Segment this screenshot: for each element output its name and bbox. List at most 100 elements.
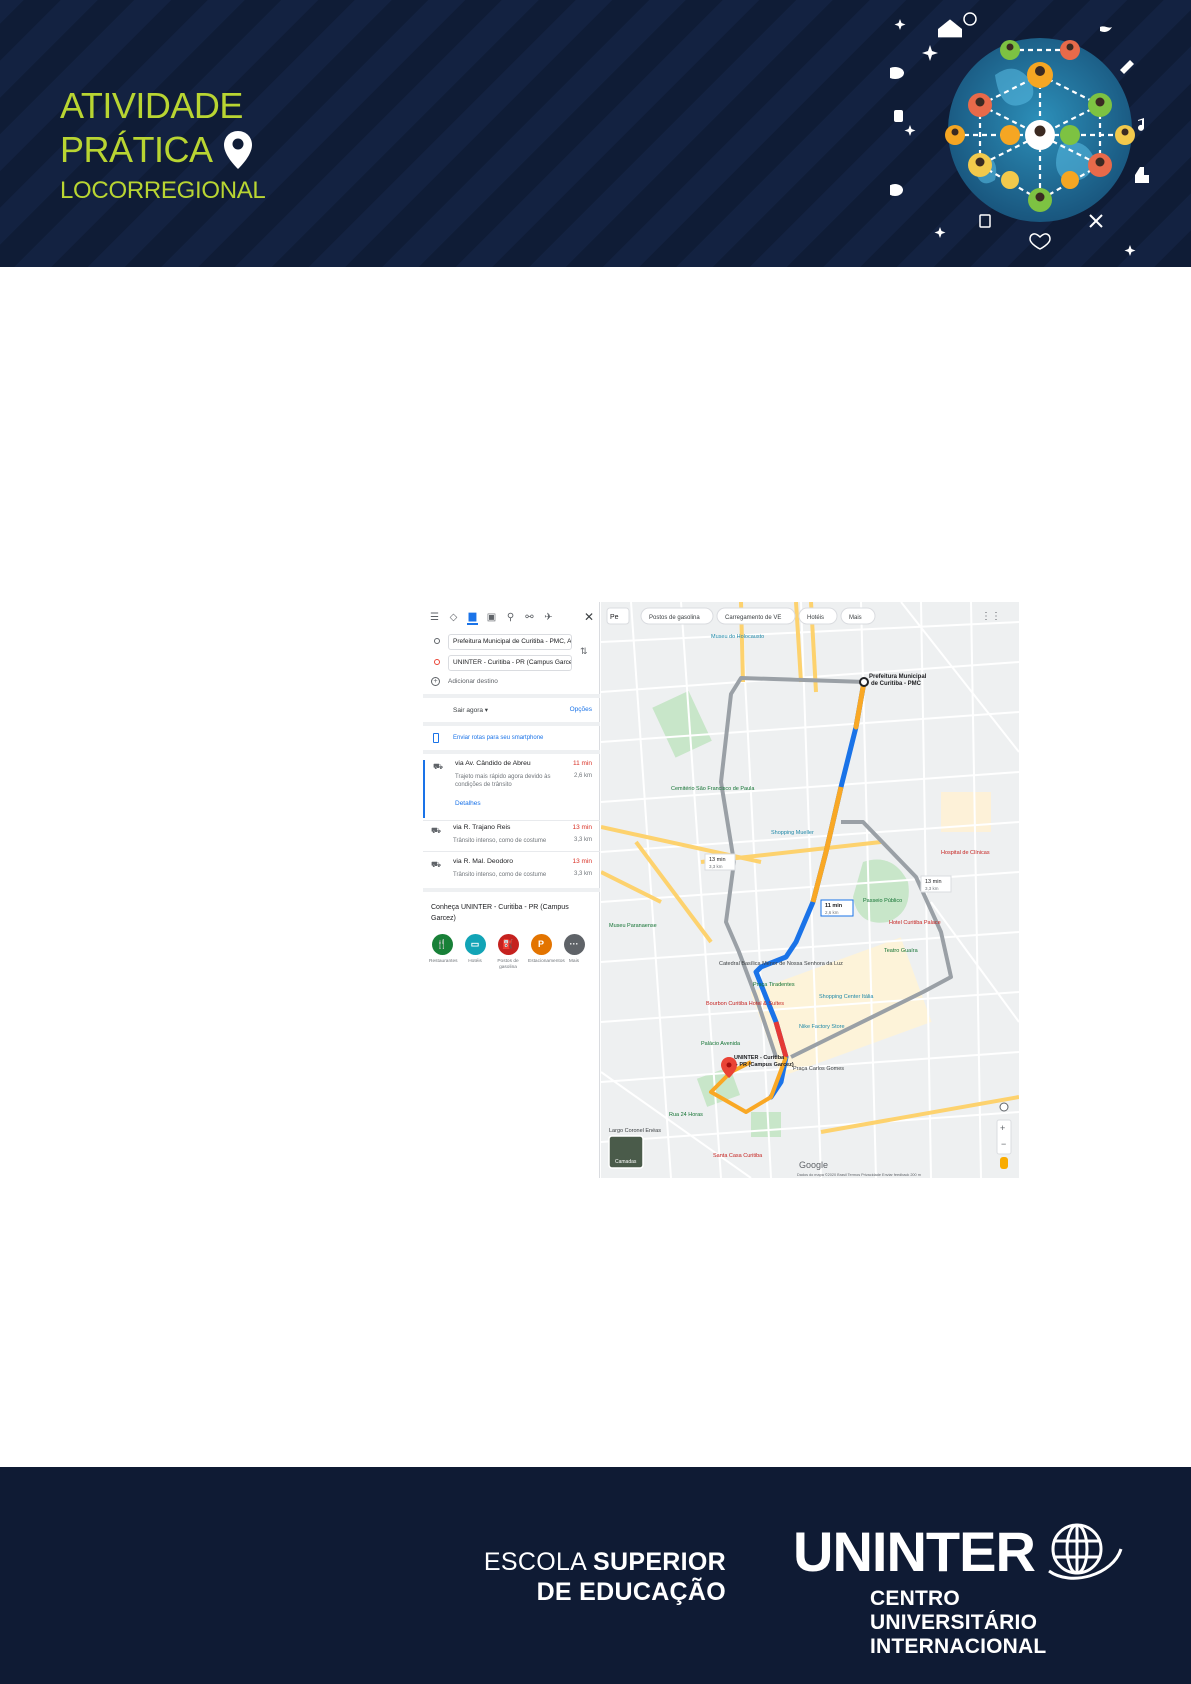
my-location-icon[interactable] — [999, 1102, 1009, 1112]
route-name: via R. Mal. Deodoro — [453, 858, 514, 865]
route-box-time[interactable]: 11 min — [825, 903, 843, 909]
route-box-dist: 3,3 km — [709, 864, 723, 869]
route-box-dist: 3,3 km — [925, 886, 939, 891]
destination-input[interactable]: UNINTER - Curitiba - PR (Campus Garcez — [448, 655, 572, 671]
destination-label: - PR (Campus Garcez) — [736, 1062, 794, 1068]
escola-line-2: DE EDUCAÇÃO — [536, 1578, 726, 1606]
route-details-link[interactable]: Detalhes — [455, 800, 481, 807]
origin-input[interactable]: Prefeitura Municipal de Curitiba - PMC, … — [448, 634, 572, 650]
divider — [423, 888, 600, 892]
map-search-stub[interactable]: Pe — [610, 614, 619, 621]
origin-marker-icon[interactable] — [859, 677, 869, 687]
place-label[interactable]: Largo Coronel Enéas — [609, 1128, 661, 1134]
place-label[interactable]: Cemitério São Francisco de Paula — [671, 786, 755, 792]
place-label[interactable]: Palácio Avenida — [701, 1041, 741, 1047]
car-icon: ⛟ — [431, 860, 442, 869]
uninter-subtitle-1: CENTRO — [870, 1587, 960, 1610]
category-buttons: 🍴 Restaurantes ▭ Hotéis ⛽ Postos de gasolin… — [429, 934, 587, 971]
category-restaurants[interactable]: 🍴 Restaurantes — [429, 934, 458, 971]
place-label[interactable]: Passeio Público — [863, 898, 902, 904]
uninter-logo: UNINTER CENTRO UNIVERSITÁRIO INTERNACION… — [793, 1519, 1125, 1657]
place-label[interactable]: Shopping Center Itália — [819, 994, 874, 1000]
phone-icon — [433, 733, 439, 743]
menu-icon[interactable]: ☰ — [429, 612, 440, 623]
route-option-3[interactable]: ⛟ via R. Mal. Deodoro 13 min 3,3 km Trân… — [423, 851, 600, 885]
chip-more[interactable]: Mais — [849, 615, 862, 621]
route-box-time[interactable]: 13 min — [925, 879, 942, 885]
parking-icon: P — [530, 934, 552, 955]
route-distance: 3,3 km — [573, 871, 592, 877]
walk-icon[interactable]: ⚲ — [505, 612, 516, 623]
apps-grid-icon[interactable]: ⋮⋮ — [981, 611, 1001, 622]
flight-icon[interactable]: ✈ — [543, 612, 554, 623]
place-label[interactable]: Santa Casa Curitiba — [713, 1153, 763, 1159]
chip-hotels[interactable]: Hotéis — [807, 615, 824, 621]
route-distance: 2,6 km — [573, 773, 592, 779]
category-parking[interactable]: P Estacionamentos — [528, 934, 565, 971]
location-pin-icon — [223, 131, 252, 169]
best-route-icon[interactable]: ◇ — [448, 612, 459, 623]
plus-icon: + — [431, 677, 440, 686]
swap-icon[interactable]: ⇅ — [580, 646, 588, 657]
chip-ev-charging[interactable]: Carregamento de VE — [725, 615, 781, 621]
chip-gas-stations[interactable]: Postos de gasolina — [649, 615, 700, 621]
explore-title: Conheça UNINTER - Curitiba - PR (Campus … — [431, 904, 569, 922]
add-destination-button[interactable]: + Adicionar destino — [431, 677, 498, 686]
route-box-dist: 2,6 km — [825, 910, 839, 915]
escola-superior-logo: ESCOLA SUPERIOR DE EDUCAÇÃO — [484, 1547, 726, 1607]
divider — [423, 750, 600, 754]
escola-bold: SUPERIOR — [593, 1548, 726, 1576]
pegman-icon[interactable] — [1000, 1157, 1008, 1169]
route-time: 13 min — [572, 858, 592, 865]
place-label[interactable]: Shopping Mueller — [771, 830, 814, 836]
place-label[interactable]: Rua 24 Horas — [669, 1112, 703, 1118]
leave-now-dropdown[interactable]: Sair agora ▾ — [453, 706, 488, 714]
place-label[interactable]: Museu Paranaense — [609, 923, 657, 929]
route-option-2[interactable]: ⛟ via R. Trajano Reis 13 min 3,3 km Trân… — [423, 820, 600, 850]
place-label[interactable]: Praça Carlos Gomes — [793, 1066, 844, 1072]
divider — [423, 694, 600, 698]
place-label[interactable]: Teatro Guaíra — [884, 948, 919, 954]
category-label: Postos de gasolina — [497, 959, 519, 970]
place-label[interactable]: Hospital de Clínicas — [941, 850, 990, 856]
title-line-1: ATIVIDADE — [60, 85, 243, 126]
close-icon[interactable]: ✕ — [584, 610, 594, 624]
route-description: Trânsito intenso, como de costume — [453, 838, 547, 844]
category-gas[interactable]: ⛽ Postos de gasolina — [495, 934, 521, 971]
zoom-in-icon[interactable]: + — [1000, 1123, 1005, 1133]
place-label[interactable]: Museu do Holocausto — [711, 634, 764, 640]
route-box-time[interactable]: 13 min — [709, 857, 726, 863]
category-hotels[interactable]: ▭ Hotéis — [462, 934, 488, 971]
place-label[interactable]: Catedral Basílica Menor de Nossa Senhora… — [719, 961, 843, 967]
zoom-out-icon[interactable]: − — [1001, 1139, 1006, 1149]
place-label[interactable]: Bourbon Curitiba Hotel & Suítes — [706, 1001, 784, 1007]
more-icon: ··· — [563, 934, 585, 955]
destination-label: UNINTER - Curitiba — [734, 1055, 785, 1061]
category-more[interactable]: ··· Mais — [561, 934, 587, 971]
send-to-phone-link[interactable]: Enviar rotas para seu smartphone — [453, 735, 543, 741]
uninter-wordmark: UNINTER — [793, 1520, 1036, 1583]
map-canvas[interactable]: Pe Postos de gasolina Carregamento de VE… — [601, 602, 1019, 1178]
place-label[interactable]: Nike Factory Store — [799, 1024, 845, 1030]
travel-mode-bar: ☰ ◇ ▆ ▣ ⚲ ⚯ ✈ ✕ — [423, 602, 600, 632]
map-attribution[interactable]: Dados do mapa ©2020 Brasil Termos Privac… — [797, 1173, 921, 1177]
title-line-2: PRÁTICA — [60, 128, 265, 172]
title-line-3: LOCORREGIONAL — [60, 177, 266, 204]
escola-line-1: ESCOLA SUPERIOR — [484, 1547, 726, 1577]
activity-title: ATIVIDADE PRÁTICA LOCORREGIONAL — [60, 84, 266, 208]
route-description: Trajeto mais rápido agora devido às cond… — [455, 774, 551, 788]
divider — [423, 722, 600, 726]
place-label[interactable]: Praça Tiradentes — [753, 982, 795, 988]
category-label: Hotéis — [468, 959, 482, 964]
route-option-1[interactable]: ⛟ via Av. Cândido de Abreu 11 min 2,6 km… — [423, 760, 600, 818]
car-icon[interactable]: ▆ — [467, 609, 478, 625]
escola-light: ESCOLA — [483, 1548, 586, 1576]
place-label[interactable]: Hotel Curitiba Palace — [889, 920, 941, 926]
network-globe-illustration — [890, 12, 1149, 256]
transit-icon[interactable]: ▣ — [486, 612, 497, 623]
globe-logo-icon — [1048, 1523, 1123, 1580]
bike-icon[interactable]: ⚯ — [524, 612, 535, 623]
options-link[interactable]: Opções — [570, 706, 592, 713]
origin-label: Prefeitura Municipal — [869, 674, 927, 680]
car-icon: ⛟ — [433, 762, 444, 771]
